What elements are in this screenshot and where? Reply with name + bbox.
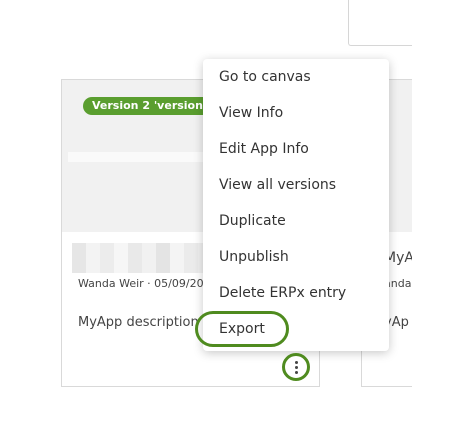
top-dropdown-edge: [348, 0, 412, 46]
app-title-redacted: [72, 243, 222, 273]
menu-item-view-all-versions[interactable]: View all versions: [203, 167, 389, 203]
menu-item-edit-app-info[interactable]: Edit App Info: [203, 131, 389, 167]
menu-item-unpublish[interactable]: Unpublish: [203, 239, 389, 275]
kebab-vertical-icon[interactable]: [282, 353, 310, 381]
app-meta: Wanda Weir · 05/09/20: [78, 277, 204, 290]
version-badge: Version 2 'version2': [83, 97, 223, 115]
menu-item-duplicate[interactable]: Duplicate: [203, 203, 389, 239]
export-highlight-ring: [195, 311, 289, 347]
menu-item-go-to-canvas[interactable]: Go to canvas: [203, 59, 389, 95]
menu-item-view-info[interactable]: View Info: [203, 95, 389, 131]
app-description: MyApp description: [78, 315, 199, 330]
menu-item-delete-erpx-entry[interactable]: Delete ERPx entry: [203, 275, 389, 311]
context-menu: Go to canvas View Info Edit App Info Vie…: [203, 59, 389, 351]
